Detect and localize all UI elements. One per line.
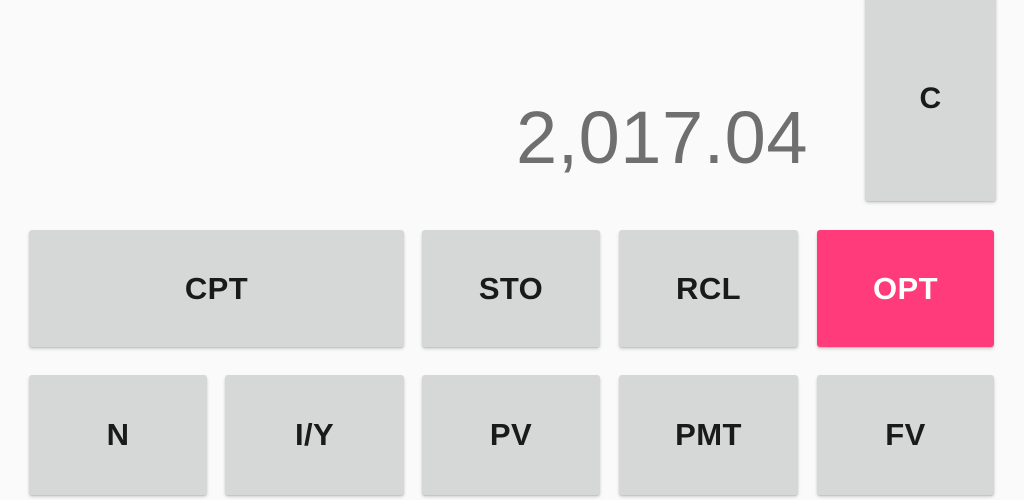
display-area: 2,017.04 xyxy=(0,0,808,200)
store-button[interactable]: STO xyxy=(422,230,600,347)
clear-button[interactable]: C xyxy=(865,0,996,201)
options-button[interactable]: OPT xyxy=(817,230,994,347)
payment-button[interactable]: PMT xyxy=(619,375,798,495)
recall-button[interactable]: RCL xyxy=(619,230,798,347)
future-value-button[interactable]: FV xyxy=(817,375,994,495)
compute-button[interactable]: CPT xyxy=(29,230,404,347)
present-value-button[interactable]: PV xyxy=(422,375,600,495)
periods-button[interactable]: N xyxy=(29,375,207,495)
calculator-screen: 2,017.04 C CPT STO RCL OPT N I/Y PV PMT … xyxy=(0,0,1024,500)
interest-rate-button[interactable]: I/Y xyxy=(225,375,404,495)
display-value: 2,017.04 xyxy=(515,96,808,179)
